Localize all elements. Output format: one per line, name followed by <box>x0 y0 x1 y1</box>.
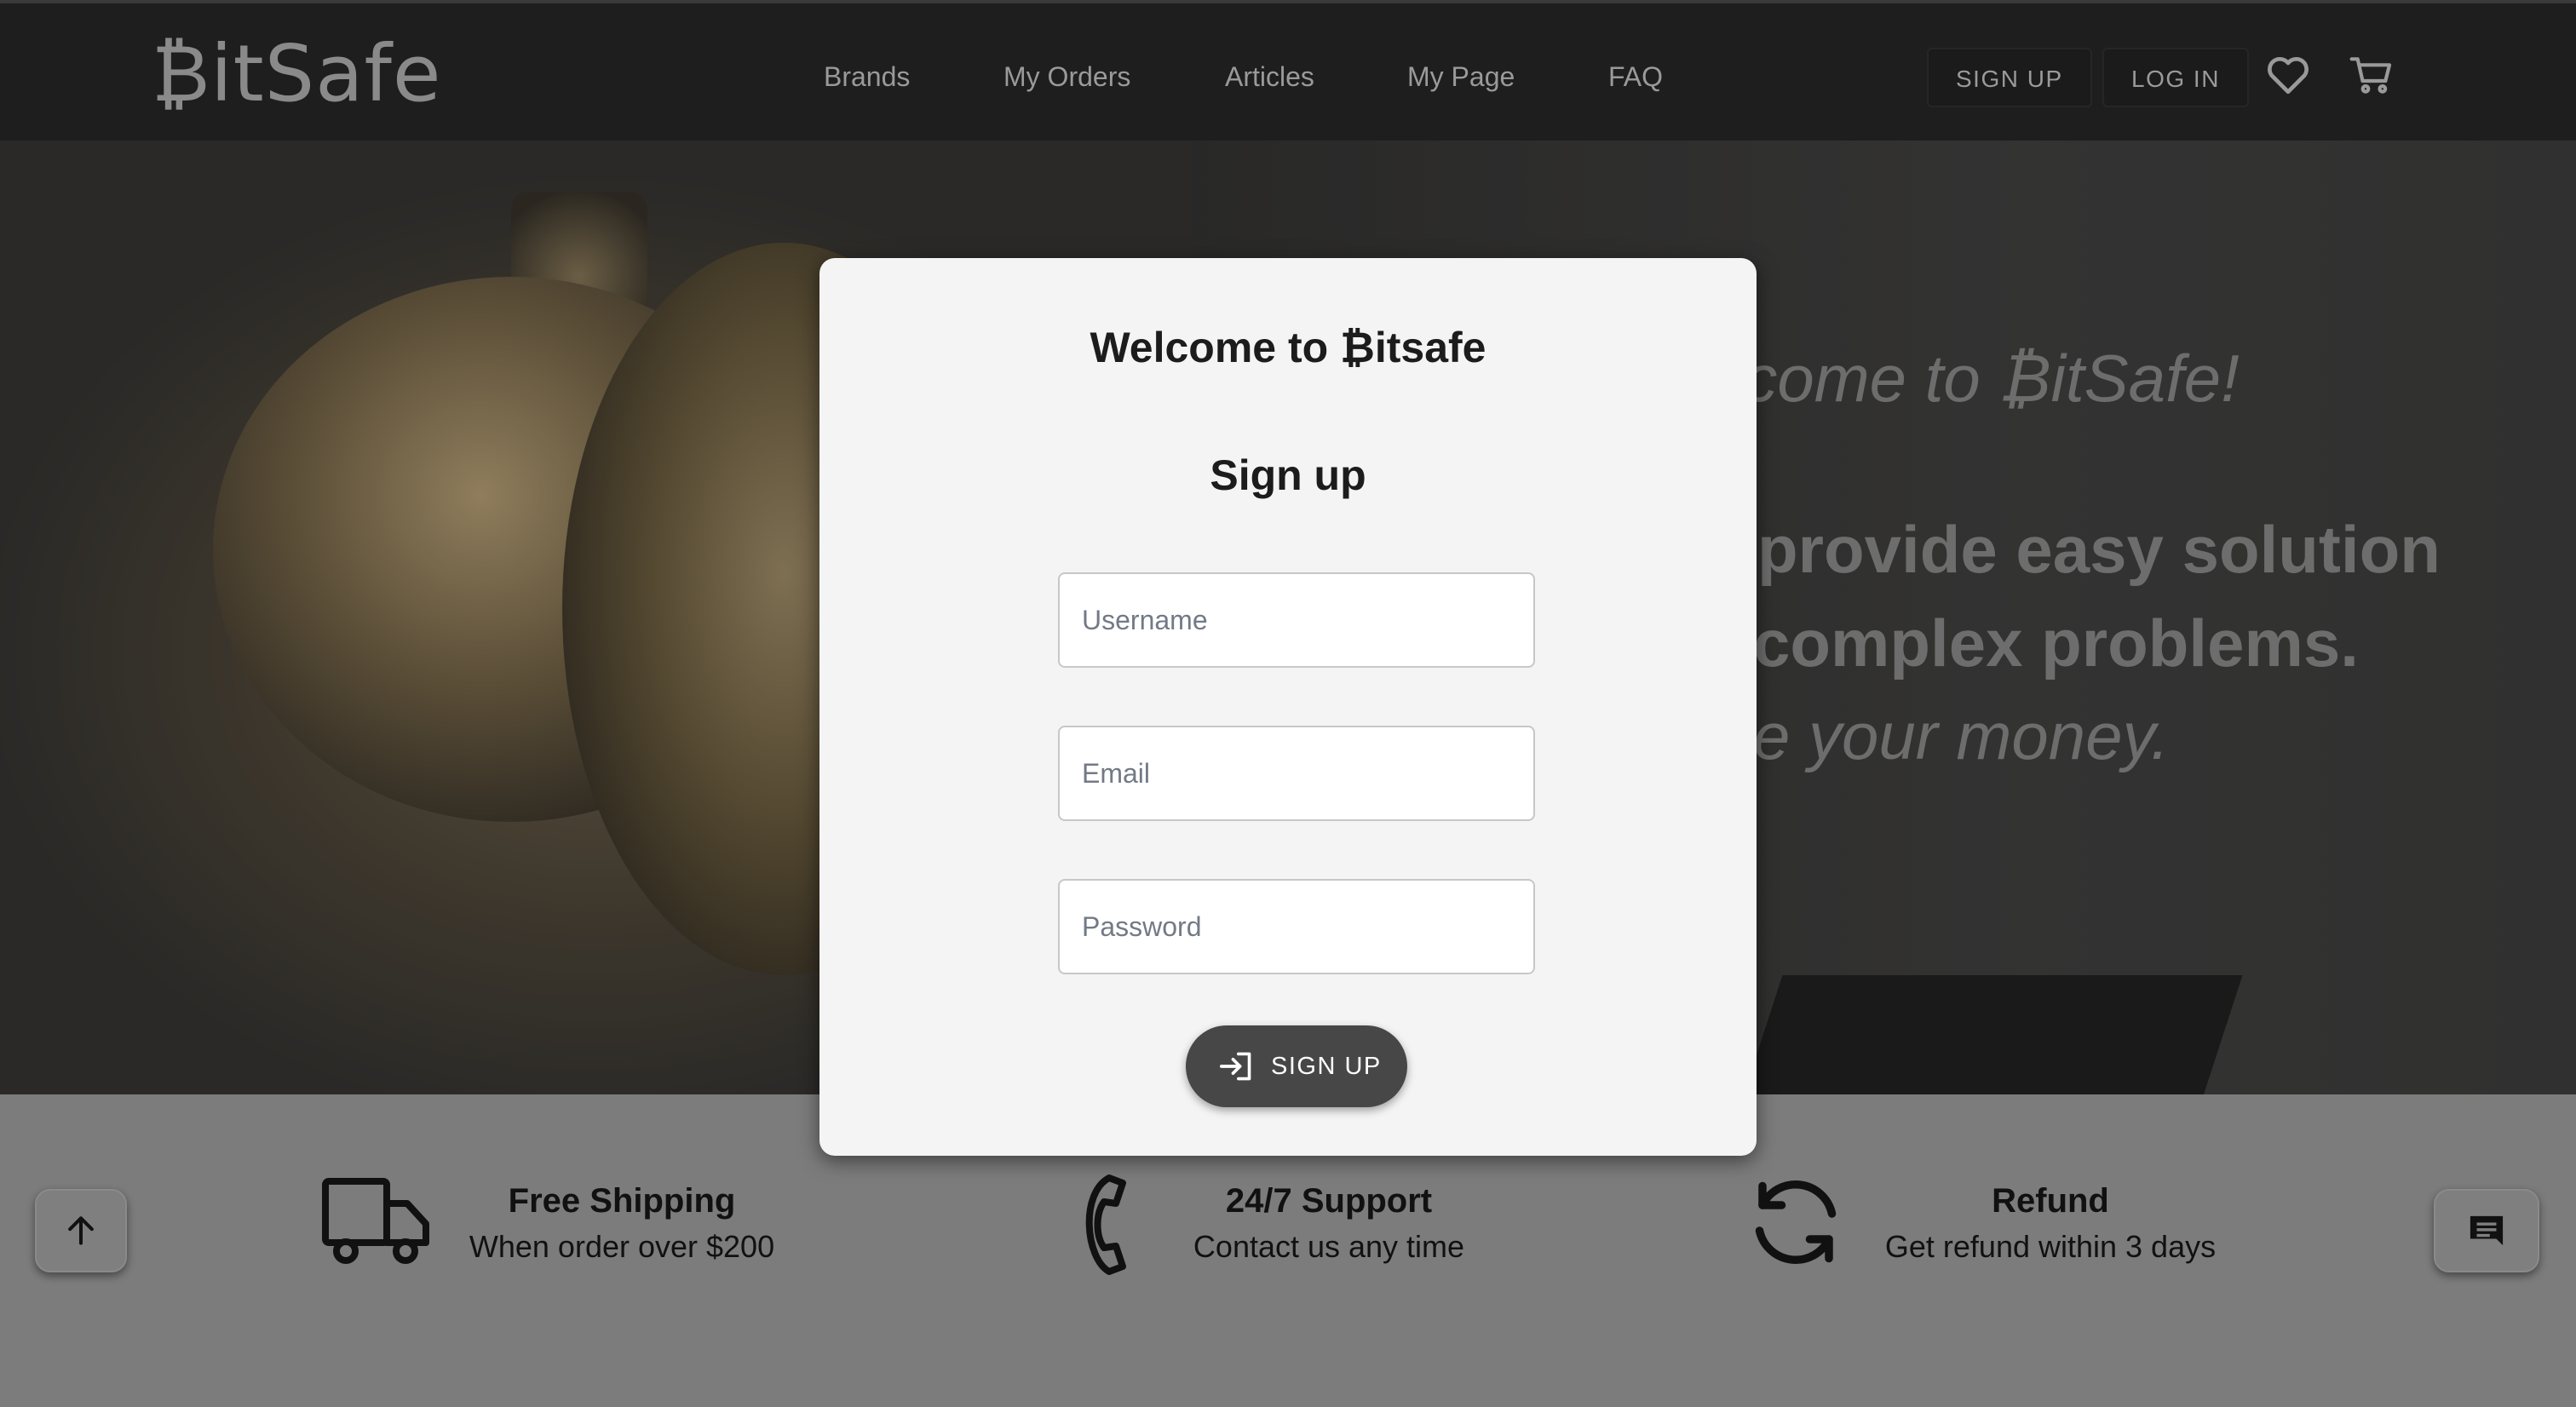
header-login-button[interactable]: LOG IN <box>2102 48 2249 107</box>
hero-headline-line2: complex problems. <box>1753 606 2359 681</box>
hero-tagline: e your money. <box>1753 698 2170 773</box>
chat-button[interactable] <box>2434 1189 2539 1272</box>
nav-faq[interactable]: FAQ <box>1608 53 1663 100</box>
hero-welcome-text: lcome to ₿itSafe! <box>1729 341 2240 416</box>
username-input[interactable] <box>1058 572 1535 668</box>
nav-my-orders[interactable]: My Orders <box>1003 53 1130 100</box>
heart-icon[interactable] <box>2264 51 2312 99</box>
signup-submit-label: SIGN UP <box>1271 1053 1382 1080</box>
top-navbar: ₿itSafe Brands My Orders Articles My Pag… <box>0 0 2576 141</box>
nav-articles[interactable]: Articles <box>1225 53 1314 100</box>
refresh-icon <box>1743 1171 1849 1278</box>
feature-subtitle: Contact us any time <box>1193 1229 1465 1264</box>
card-image <box>1727 975 2243 1094</box>
hero-headline-line1: provide easy solution <box>1757 512 2441 587</box>
feature-title: 24/7 Support <box>1225 1182 1433 1220</box>
nav-brands[interactable]: Brands <box>824 53 910 100</box>
scroll-to-top-button[interactable] <box>35 1189 127 1272</box>
feature-title: Free Shipping <box>508 1182 736 1220</box>
password-input[interactable] <box>1058 879 1535 974</box>
truck-icon <box>320 1173 433 1272</box>
phone-icon <box>1075 1173 1128 1281</box>
feature-subtitle: Get refund within 3 days <box>1884 1229 2217 1264</box>
signup-submit-button[interactable]: SIGN UP <box>1186 1025 1407 1107</box>
login-arrow-icon <box>1218 1049 1256 1083</box>
modal-title: Welcome to ₿itsafe <box>1090 324 1486 371</box>
header-signup-button[interactable]: SIGN UP <box>1927 48 2092 107</box>
email-input[interactable] <box>1058 726 1535 821</box>
signup-modal: Welcome to ₿itsafe Sign up SIGN UP <box>819 258 1757 1156</box>
nav-my-page[interactable]: My Page <box>1407 53 1515 100</box>
feature-subtitle: When order over $200 <box>469 1229 775 1264</box>
feature-title: Refund <box>1992 1182 2109 1220</box>
cart-icon[interactable] <box>2348 51 2395 99</box>
modal-heading: Sign up <box>1210 451 1366 499</box>
